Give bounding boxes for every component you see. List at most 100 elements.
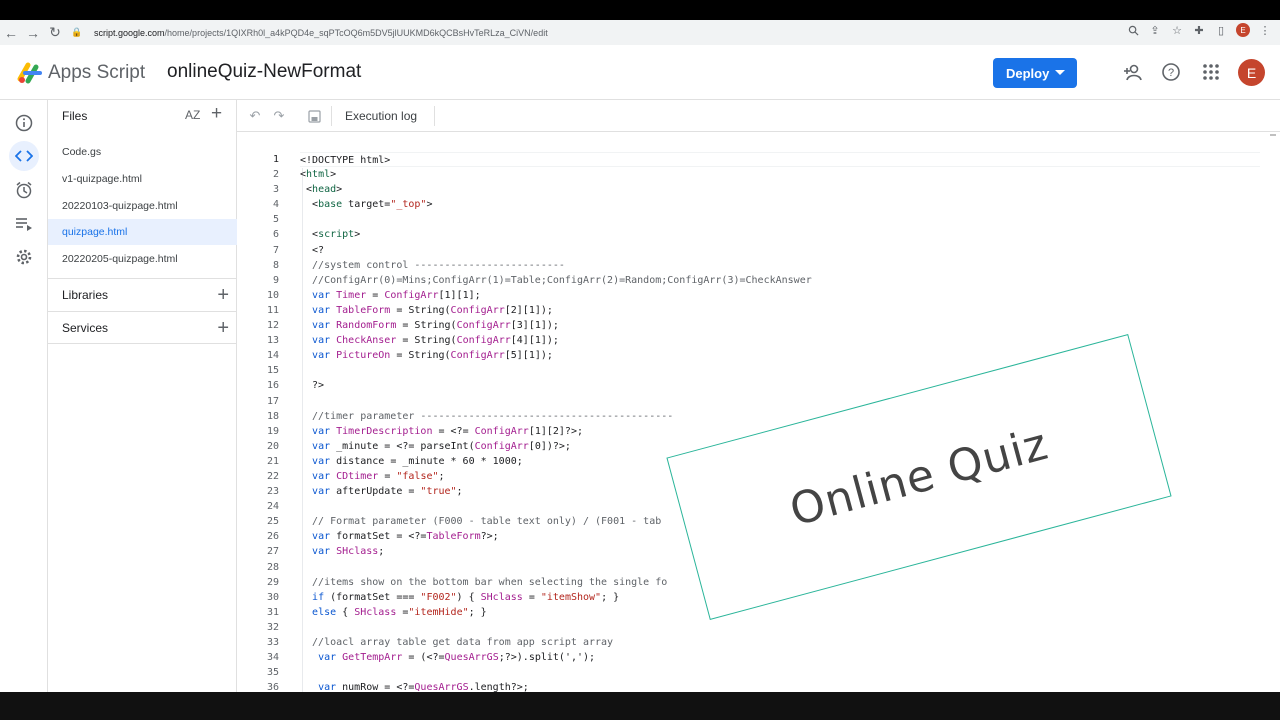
help-icon[interactable]: ?	[1160, 61, 1182, 83]
apps-script-logo[interactable]	[16, 59, 44, 85]
address-bar[interactable]: script.google.com/home/projects/1QIXRh0l…	[94, 28, 548, 38]
settings-gear-icon[interactable]	[9, 242, 39, 272]
app-header: Apps Script onlineQuiz-NewFormat Deploy …	[0, 45, 1280, 100]
line-number-gutter: 1 2 3 4 5 6 7 8 9 10 11 12 13 14 15 16 17 18 19 20 21 22 23 24 2…	[237, 152, 287, 692]
file-item-quizpage[interactable]: quizpage.html	[48, 219, 237, 245]
file-item-20220103-quizpage[interactable]: 20220103-quizpage.html	[48, 193, 237, 219]
line-number: 24	[266, 501, 279, 513]
line-number: 27	[266, 546, 279, 558]
app-name: Apps Script	[48, 62, 146, 83]
editor-code-icon[interactable]	[9, 141, 39, 171]
svg-text:?: ?	[1168, 67, 1174, 79]
code-line[interactable]: var Timer = ConfigArr[1][1];	[300, 288, 1260, 303]
code-line[interactable]: var GetTempArr = (<?=QuesArrGS;?>).split…	[300, 650, 1260, 665]
file-item-20220205-quizpage[interactable]: 20220205-quizpage.html	[48, 246, 237, 272]
code-line[interactable]	[300, 212, 1260, 227]
line-number: 23	[266, 486, 279, 498]
line-number: 36	[266, 682, 279, 692]
code-line[interactable]: <?	[300, 243, 1260, 258]
code-line[interactable]: var TableForm = String(ConfigArr[2][1]);	[300, 303, 1260, 318]
apps-grid-icon[interactable]	[1200, 61, 1222, 83]
line-number: 22	[266, 470, 279, 482]
sort-az-icon[interactable]: AZ	[185, 108, 200, 122]
line-number: 21	[266, 455, 279, 467]
line-number: 13	[266, 335, 279, 347]
code-line[interactable]	[300, 620, 1260, 635]
line-number: 5	[272, 214, 279, 226]
browser-menu-icon[interactable]: ⋮	[1258, 23, 1272, 37]
files-panel: Files AZ + Code.gs v1-quizpage.html 2022…	[48, 100, 237, 692]
files-heading: Files	[62, 109, 88, 123]
scrollbar-marker[interactable]	[1270, 134, 1276, 136]
code-line[interactable]	[300, 665, 1260, 680]
triggers-clock-icon[interactable]	[9, 175, 39, 205]
add-file-icon[interactable]: +	[211, 103, 222, 125]
undo-icon[interactable]: ↶	[246, 107, 264, 125]
save-icon[interactable]	[305, 107, 323, 125]
url-path: /home/projects/1QIXRh0l_a4kPQD4e_sqPTcOQ…	[164, 27, 548, 38]
line-number: 8	[272, 259, 279, 271]
zoom-icon[interactable]	[1126, 23, 1140, 37]
services-section[interactable]: Services +	[48, 311, 237, 344]
redo-icon[interactable]: ↷	[270, 107, 288, 125]
code-line[interactable]: <head>	[300, 182, 1260, 197]
libraries-label: Libraries	[62, 288, 109, 302]
share-icon[interactable]: ⇪	[1148, 23, 1162, 37]
code-line[interactable]: <html>	[300, 167, 1260, 182]
toolbar-divider	[434, 106, 435, 126]
side-panel-icon[interactable]: ▯	[1214, 23, 1228, 37]
add-library-icon[interactable]: +	[217, 279, 229, 312]
deploy-button[interactable]: Deploy	[993, 58, 1077, 88]
editor-toolbar: ↶ ↷ Execution log	[237, 100, 1280, 132]
file-item-code-gs[interactable]: Code.gs	[48, 139, 237, 165]
code-line[interactable]: //system control -----------------------…	[300, 258, 1260, 273]
line-number: 25	[266, 516, 279, 528]
code-line[interactable]: var RandomForm = String(ConfigArr[3][1])…	[300, 318, 1260, 333]
line-number: 15	[266, 365, 279, 377]
line-number: 18	[266, 410, 279, 422]
code-line[interactable]: <!DOCTYPE html>	[300, 152, 1260, 168]
file-item-v1-quizpage[interactable]: v1-quizpage.html	[48, 166, 237, 192]
toolbar-divider	[331, 106, 332, 126]
chevron-down-icon	[1055, 70, 1065, 75]
line-number: 35	[266, 667, 279, 679]
forward-arrow-icon[interactable]: →	[22, 22, 44, 44]
line-number: 11	[266, 304, 279, 316]
code-line[interactable]: <script>	[300, 227, 1260, 242]
line-number: 9	[272, 274, 279, 286]
lock-icon[interactable]: 🔒	[66, 22, 88, 44]
line-number: 33	[266, 637, 279, 648]
line-number: 30	[266, 591, 279, 603]
code-line[interactable]: else { SHclass ="itemHide"; }	[300, 605, 1260, 620]
line-number: 4	[272, 199, 279, 211]
libraries-section[interactable]: Libraries +	[48, 278, 237, 311]
line-number: 2	[272, 169, 279, 181]
add-service-icon[interactable]: +	[217, 312, 229, 345]
line-number: 34	[266, 652, 279, 664]
deploy-label: Deploy	[1006, 65, 1050, 81]
project-title[interactable]: onlineQuiz-NewFormat	[167, 61, 361, 83]
back-arrow-icon[interactable]: ←	[0, 22, 22, 44]
execution-log-button[interactable]: Execution log	[345, 109, 417, 123]
extensions-puzzle-icon[interactable]: ✚	[1192, 23, 1206, 37]
code-line[interactable]: <base target="_top">	[300, 197, 1260, 212]
code-line[interactable]: //ConfigArr(0)=Mins;ConfigArr(1)=Table;C…	[300, 273, 1260, 288]
bottom-taskbar	[0, 692, 1280, 720]
browser-toolbar: ← → ↻ 🔒 script.google.com/home/projects/…	[0, 20, 1280, 45]
code-line[interactable]: //loacl array table get data from app sc…	[300, 635, 1260, 650]
line-number: 17	[266, 395, 279, 407]
overlay-title: Online Quiz	[784, 418, 1054, 536]
line-number: 32	[266, 621, 279, 633]
bookmark-star-icon[interactable]: ☆	[1170, 23, 1184, 37]
overview-info-icon[interactable]	[9, 108, 39, 138]
executions-list-icon[interactable]	[9, 209, 39, 239]
add-person-icon[interactable]	[1122, 61, 1144, 83]
line-number: 29	[266, 576, 279, 588]
line-number: 26	[266, 531, 279, 543]
reload-icon[interactable]: ↻	[44, 22, 66, 44]
user-avatar[interactable]: E	[1238, 59, 1265, 86]
left-nav-rail	[0, 100, 48, 692]
browser-avatar[interactable]: E	[1236, 23, 1250, 37]
line-number: 31	[266, 606, 279, 618]
code-line[interactable]: var numRow = <?=QuesArrGS.length?>;	[300, 680, 1260, 692]
